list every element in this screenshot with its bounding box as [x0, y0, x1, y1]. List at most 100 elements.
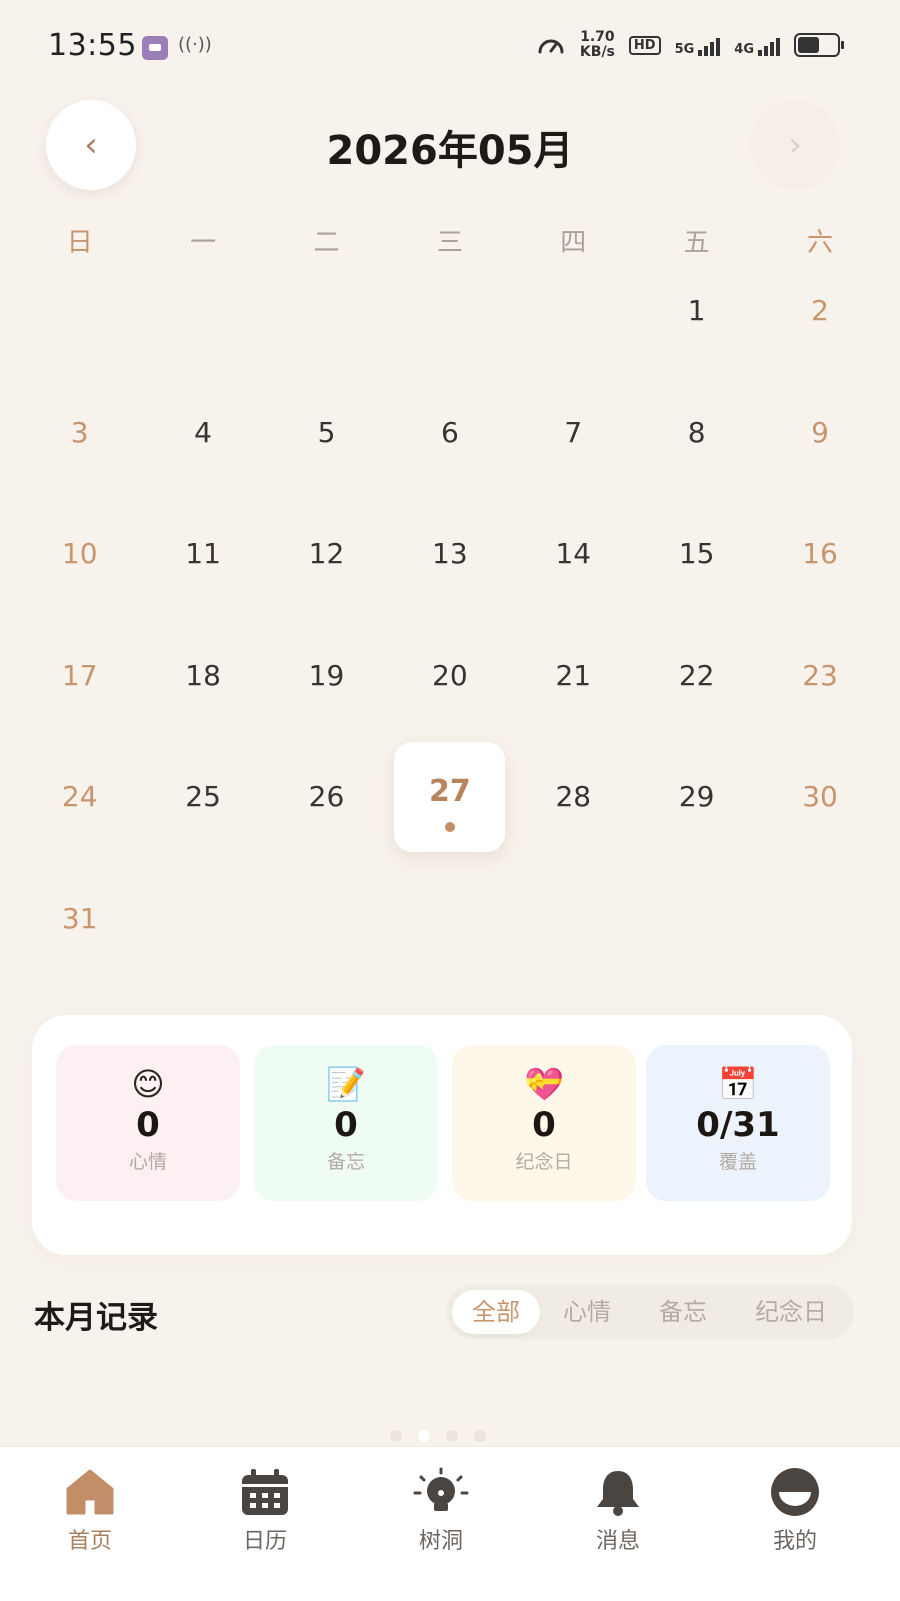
calendar-day[interactable]: 21 [512, 615, 635, 737]
calendar-day[interactable]: 25 [141, 736, 264, 858]
calendar-day[interactable]: 4 [141, 372, 264, 494]
stat-coverage-label: 覆盖 [718, 1151, 757, 1173]
calendar-day[interactable]: 2 [758, 250, 881, 372]
nav-home[interactable]: 首页 [30, 1467, 150, 1555]
signal-5g-icon: 5G [675, 34, 721, 56]
calendar-day-number: 10 [61, 537, 98, 571]
calendar-day[interactable]: 16 [758, 493, 881, 615]
calendar-day[interactable]: 14 [512, 493, 635, 615]
calendar-day-number: 14 [555, 537, 592, 571]
calendar-day-number: 17 [61, 658, 98, 692]
stat-anniversary[interactable]: 💝 0 纪念日 [452, 1045, 636, 1201]
calendar-empty-cell [265, 250, 388, 372]
calendar-day-number: 12 [308, 537, 345, 571]
calendar-empty-cell [512, 250, 635, 372]
lightbulb-icon [413, 1467, 469, 1511]
next-month-button[interactable]: › [750, 100, 840, 190]
filter-tab-anniversary[interactable]: 纪念日 [734, 1290, 848, 1334]
calendar-empty-cell [141, 858, 264, 980]
signal-4g-icon: 4G [734, 34, 780, 56]
calendar-day[interactable]: 8 [635, 372, 758, 494]
battery-icon [794, 33, 844, 57]
filter-tab-all[interactable]: 全部 [452, 1290, 540, 1334]
calendar-day[interactable]: 29 [635, 736, 758, 858]
stat-memo[interactable]: 📝 0 备忘 [254, 1045, 438, 1201]
smile-icon: 😊 [131, 1065, 165, 1103]
calendar-empty-cell [265, 858, 388, 980]
calendar-day[interactable]: 3 [18, 372, 141, 494]
calendar-day-number: 19 [308, 658, 345, 692]
stat-anniversary-label: 纪念日 [515, 1151, 573, 1173]
calendar-day-number: 30 [802, 780, 838, 814]
calendar-day[interactable]: 7 [512, 372, 635, 494]
calendar-day-number: 5 [317, 415, 336, 449]
calendar-week-row: 17 18 19 20 21 22 23 [18, 615, 882, 737]
calendar-day[interactable]: 6 [388, 372, 511, 494]
bottom-nav: 首页 日历 树洞 消息 我的 [0, 1446, 900, 1601]
nav-profile[interactable]: 我的 [735, 1467, 855, 1555]
calendar-day[interactable]: 24 [18, 736, 141, 858]
calendar-day[interactable]: 31 [18, 858, 141, 980]
calendar-day-number: 1 [687, 294, 706, 328]
calendar-day-number: 26 [308, 780, 345, 814]
nav-treehole-label: 树洞 [418, 1529, 463, 1554]
signal-5g-label: 5G [674, 42, 695, 57]
calendar-week-row: 24 25 26 27 28 29 30 [18, 736, 882, 858]
speedometer-icon [538, 39, 564, 54]
calendar-day-today[interactable]: 27 [388, 736, 511, 858]
page-indicator [390, 1430, 486, 1442]
calendar-day[interactable]: 9 [758, 372, 881, 494]
calendar-day[interactable]: 19 [265, 615, 388, 737]
nav-treehole[interactable]: 树洞 [381, 1467, 501, 1555]
nav-messages[interactable]: 消息 [558, 1467, 678, 1555]
calendar-day[interactable]: 13 [388, 493, 511, 615]
calendar-day-number: 29 [678, 780, 715, 814]
calendar-day[interactable]: 10 [18, 493, 141, 615]
nav-messages-label: 消息 [595, 1529, 640, 1554]
calendar-empty-cell [388, 858, 511, 980]
calendar-day-number: 25 [185, 780, 221, 814]
app-notification-icon [142, 36, 168, 60]
record-filter-tabs: 全部 心情 备忘 纪念日 [446, 1284, 854, 1340]
stat-mood[interactable]: 😊 0 心情 [56, 1045, 240, 1201]
home-icon [66, 1469, 114, 1515]
calendar-empty-cell [18, 250, 141, 372]
calendar-day[interactable]: 15 [635, 493, 758, 615]
page-dot [446, 1430, 458, 1442]
heart-gift-icon: 💝 [524, 1065, 564, 1103]
calendar-day[interactable]: 20 [388, 615, 511, 737]
calendar-empty-cell [141, 250, 264, 372]
calendar-day[interactable]: 11 [141, 493, 264, 615]
filter-tab-mood[interactable]: 心情 [542, 1290, 632, 1334]
calendar-day[interactable]: 17 [18, 615, 141, 737]
battery-level [798, 37, 819, 53]
calendar-day-number: 8 [687, 415, 706, 449]
calendar-day-number: 9 [811, 415, 829, 449]
network-speed-value: 1.70 [580, 29, 615, 45]
calendar-day-number: 21 [555, 658, 592, 692]
calendar-day-number: 22 [678, 658, 715, 692]
calendar-day[interactable]: 30 [758, 736, 881, 858]
page-dot [390, 1430, 402, 1442]
network-speed: 1.70 KB/s [580, 30, 615, 60]
nfc-icon: ((·)) [178, 34, 212, 55]
stat-coverage[interactable]: 📅 0/31 覆盖 [646, 1045, 830, 1201]
status-bar: 13:55 ((·)) 1.70 KB/s HD 5G 4G [0, 0, 900, 90]
filter-tab-memo[interactable]: 备忘 [636, 1290, 730, 1334]
stat-memo-value: 0 [334, 1105, 358, 1145]
calendar-day[interactable]: 28 [512, 736, 635, 858]
calendar-empty-cell [758, 858, 881, 980]
nav-calendar[interactable]: 日历 [205, 1467, 325, 1555]
calendar-day[interactable]: 26 [265, 736, 388, 858]
calendar-day[interactable]: 18 [141, 615, 264, 737]
calendar-day-number: 16 [802, 537, 838, 571]
calendar-empty-cell [388, 250, 511, 372]
stat-memo-label: 备忘 [326, 1151, 365, 1173]
calendar-day-number: 13 [432, 537, 468, 571]
calendar-day[interactable]: 23 [758, 615, 881, 737]
calendar-day[interactable]: 1 [635, 250, 758, 372]
profile-icon [771, 1468, 819, 1516]
calendar-day[interactable]: 5 [265, 372, 388, 494]
calendar-day[interactable]: 12 [265, 493, 388, 615]
calendar-day[interactable]: 22 [635, 615, 758, 737]
